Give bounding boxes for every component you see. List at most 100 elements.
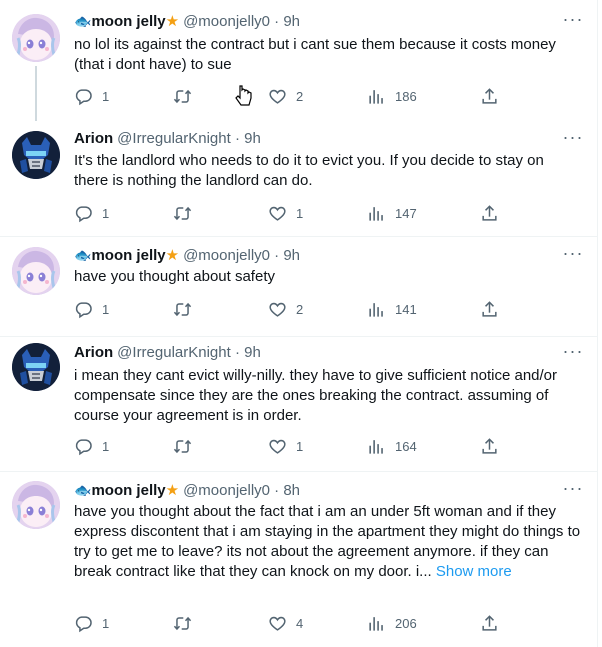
share-icon [480, 87, 499, 106]
like-button[interactable]: 2 [268, 300, 303, 319]
handle-time[interactable]: @moonjelly0 · 8h [183, 482, 300, 499]
retweet-button[interactable] [173, 87, 201, 106]
star-icon: ★ [165, 482, 180, 499]
views-icon [367, 87, 386, 106]
views-icon [367, 437, 386, 456]
share-icon [480, 614, 499, 633]
tweet-text: no lol its against the contract but i ca… [74, 36, 556, 73]
star-icon: ★ [165, 13, 180, 30]
tweet-body: have you thought about the fact that i a… [74, 502, 582, 582]
tweet-header: 🐟moon jelly★ @moonjelly0 · 9h [74, 12, 300, 30]
avatar[interactable] [12, 14, 60, 62]
display-name[interactable]: Arion [74, 130, 113, 147]
tweet-text: It's the landlord who needs to do it to … [74, 152, 544, 189]
like-count: 1 [296, 206, 304, 221]
views-button[interactable]: 186 [367, 87, 417, 106]
handle-time[interactable]: @moonjelly0 · 9h [183, 13, 300, 30]
reply-button[interactable]: 1 [74, 87, 109, 106]
like-count: 1 [296, 439, 304, 454]
reply-count: 1 [102, 616, 110, 631]
heart-icon [268, 300, 287, 319]
handle-time[interactable]: @IrregularKnight · 9h [117, 344, 261, 361]
tweet-3[interactable]: 🐟moon jelly★ @moonjelly0 · 9h ··· have yo… [0, 237, 597, 337]
retweet-button[interactable] [173, 204, 201, 223]
views-button[interactable]: 164 [367, 437, 417, 456]
retweet-button[interactable] [173, 614, 201, 633]
more-icon[interactable]: ··· [557, 10, 589, 34]
share-button[interactable] [480, 300, 508, 319]
tweet-2[interactable]: Arion @IrregularKnight · 9h ··· It's the … [0, 121, 597, 237]
tweet-header: 🐟moon jelly★ @moonjelly0 · 9h [74, 246, 300, 264]
pointer-cursor [235, 85, 252, 106]
fish-icon: 🐟 [74, 247, 92, 263]
tweet-text: i mean they cant evict willy-nilly. they… [74, 367, 558, 424]
reply-button[interactable]: 1 [74, 614, 109, 633]
action-bar: 1 4 206 [74, 614, 504, 634]
retweet-icon [173, 614, 192, 633]
tweet-4[interactable]: Arion @IrregularKnight · 9h ··· i mean th… [0, 337, 597, 472]
heart-icon [268, 614, 287, 633]
like-count: 2 [296, 89, 304, 104]
action-bar: 1 2 141 [74, 300, 504, 320]
share-button[interactable] [480, 204, 508, 223]
tweet-header: Arion @IrregularKnight · 9h [74, 344, 261, 361]
thread-line [35, 66, 37, 121]
views-icon [367, 204, 386, 223]
like-button[interactable]: 2 [268, 87, 303, 106]
more-icon[interactable]: ··· [557, 479, 589, 503]
more-icon[interactable]: ··· [557, 244, 589, 268]
action-bar: 1 1 164 [74, 437, 504, 457]
views-button[interactable]: 141 [367, 300, 417, 319]
fish-icon: 🐟 [74, 13, 92, 29]
heart-icon [268, 87, 287, 106]
more-icon[interactable]: ··· [557, 342, 589, 366]
views-button[interactable]: 206 [367, 614, 417, 633]
share-icon [480, 437, 499, 456]
handle-time[interactable]: @IrregularKnight · 9h [117, 130, 261, 147]
display-name[interactable]: moon jelly [91, 13, 165, 30]
show-more-link[interactable]: Show more [436, 563, 512, 580]
view-count: 141 [395, 302, 417, 317]
reply-button[interactable]: 1 [74, 437, 109, 456]
share-button[interactable] [480, 87, 508, 106]
handle-time[interactable]: @moonjelly0 · 9h [183, 247, 300, 264]
fish-icon: 🐟 [74, 482, 92, 498]
avatar[interactable] [12, 131, 60, 179]
share-button[interactable] [480, 614, 508, 633]
views-button[interactable]: 147 [367, 204, 417, 223]
like-button[interactable]: 1 [268, 437, 303, 456]
more-icon[interactable]: ··· [557, 128, 589, 152]
view-count: 147 [395, 206, 417, 221]
reply-icon [74, 437, 93, 456]
reply-button[interactable]: 1 [74, 204, 109, 223]
tweet-1[interactable]: 🐟moon jelly★ @moonjelly0 · 9h ··· no lol … [0, 0, 597, 121]
avatar[interactable] [12, 247, 60, 295]
action-bar: 1 2 186 [74, 87, 504, 107]
display-name[interactable]: moon jelly [91, 247, 165, 264]
like-count: 2 [296, 302, 304, 317]
retweet-icon [173, 204, 192, 223]
views-icon [367, 300, 386, 319]
tweet-header: Arion @IrregularKnight · 9h [74, 130, 261, 147]
view-count: 164 [395, 439, 417, 454]
like-button[interactable]: 4 [268, 614, 303, 633]
avatar[interactable] [12, 481, 60, 529]
right-border [597, 0, 598, 647]
avatar[interactable] [12, 343, 60, 391]
share-button[interactable] [480, 437, 508, 456]
share-icon [480, 204, 499, 223]
star-icon: ★ [165, 247, 180, 264]
tweet-5[interactable]: 🐟moon jelly★ @moonjelly0 · 8h ··· have yo… [0, 472, 597, 647]
reply-icon [74, 300, 93, 319]
view-count: 186 [395, 89, 417, 104]
retweet-button[interactable] [173, 300, 201, 319]
like-button[interactable]: 1 [268, 204, 303, 223]
retweet-button[interactable] [173, 437, 201, 456]
display-name[interactable]: Arion [74, 344, 113, 361]
reply-button[interactable]: 1 [74, 300, 109, 319]
retweet-icon [173, 437, 192, 456]
heart-icon [268, 204, 287, 223]
display-name[interactable]: moon jelly [91, 482, 165, 499]
reply-icon [74, 87, 93, 106]
retweet-icon [173, 300, 192, 319]
